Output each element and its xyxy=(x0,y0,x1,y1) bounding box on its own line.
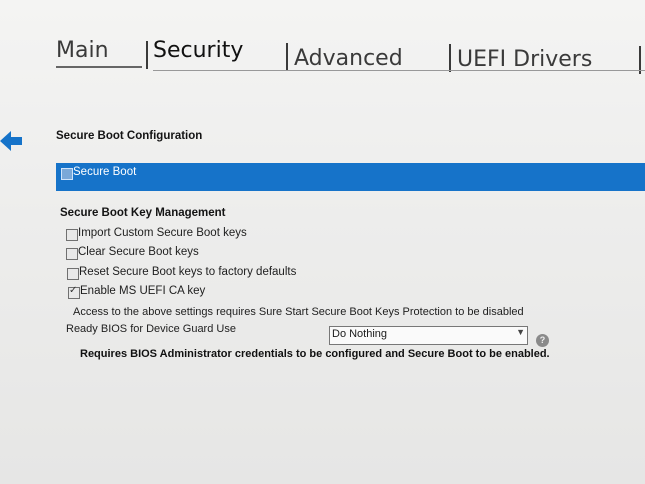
clear-keys-checkbox[interactable] xyxy=(66,248,78,260)
tab-separator xyxy=(286,43,288,71)
back-arrow-icon[interactable] xyxy=(0,130,24,152)
secure-boot-row[interactable]: Secure Boot xyxy=(56,163,645,191)
tab-bar: Main Security Advanced UEFI Drivers xyxy=(0,38,645,80)
help-icon[interactable]: ? xyxy=(536,334,549,347)
tab-advanced[interactable]: Advanced xyxy=(294,46,403,71)
device-guard-value: Do Nothing xyxy=(332,328,388,340)
tab-separator xyxy=(146,41,148,69)
secure-boot-label: Secure Boot xyxy=(73,166,137,178)
tab-uefi-drivers[interactable]: UEFI Drivers xyxy=(457,47,592,72)
secure-boot-checkbox[interactable] xyxy=(61,168,73,180)
chevron-down-icon: ▼ xyxy=(516,327,525,337)
access-note: Access to the above settings requires Su… xyxy=(73,306,524,318)
import-keys-label: Import Custom Secure Boot keys xyxy=(78,227,247,239)
import-keys-checkbox[interactable] xyxy=(66,229,78,241)
enable-ms-uefi-ca-checkbox[interactable] xyxy=(68,285,80,299)
device-guard-select[interactable]: Do Nothing ▼ xyxy=(329,326,528,345)
reset-keys-checkbox[interactable] xyxy=(67,268,79,280)
tab-underline xyxy=(153,70,645,71)
tab-security[interactable]: Security xyxy=(153,38,243,63)
device-guard-label: Ready BIOS for Device Guard Use xyxy=(66,323,236,335)
reset-keys-label: Reset Secure Boot keys to factory defaul… xyxy=(79,266,297,278)
tab-main[interactable]: Main xyxy=(56,38,109,63)
section-title: Secure Boot Configuration xyxy=(56,130,203,142)
tab-underline xyxy=(56,66,142,68)
key-management-title: Secure Boot Key Management xyxy=(60,207,226,219)
enable-ms-uefi-ca-label: Enable MS UEFI CA key xyxy=(80,285,206,297)
requirement-note: Requires BIOS Administrator credentials … xyxy=(80,348,550,360)
clear-keys-label: Clear Secure Boot keys xyxy=(78,246,199,258)
tab-separator xyxy=(449,44,451,72)
